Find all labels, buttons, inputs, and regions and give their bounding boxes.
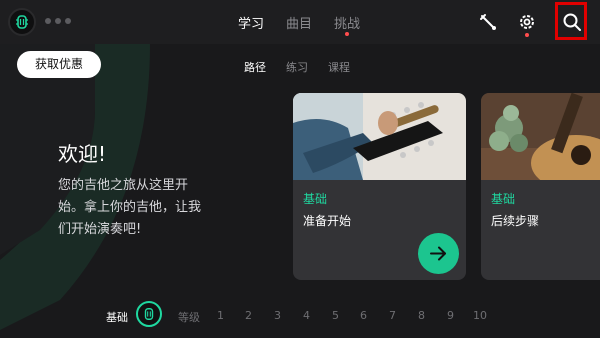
notification-dot [525,33,529,37]
level-7[interactable]: 7 [389,309,396,322]
search-button[interactable] [555,2,587,40]
guitar-tuner-icon [480,14,496,30]
level-1[interactable]: 1 [217,309,224,322]
tab-songs-label: 曲目 [286,17,313,32]
current-level-name: 基础 [106,311,128,324]
level-badge[interactable] [136,301,162,327]
tab-learn[interactable]: 学习 [238,13,264,32]
welcome-description: 您的吉他之旅从这里开 始。拿上你的吉他，让我 们开始演奏吧! [58,175,228,241]
notification-dot [345,32,350,36]
level-5[interactable]: 5 [332,309,339,322]
welcome-line-3: 们开始演奏吧! [58,222,142,237]
top-bar: 学习 曲目 挑战 [0,0,600,44]
card-title: 准备开始 [303,214,352,228]
card-title: 后续步骤 [491,214,540,228]
sub-tabs: 路径 练习 课程 [244,59,350,75]
subtab-courses[interactable]: 课程 [328,59,350,75]
tab-learn-label: 学习 [238,17,265,32]
app-logo[interactable] [8,8,36,36]
level-label: 等级 [178,311,200,324]
card-level-label: 基础 [491,192,516,206]
arrow-right-icon [430,246,446,261]
settings-button[interactable] [515,10,539,37]
get-offer-button[interactable]: 获取优惠 [17,51,101,78]
start-lesson-button[interactable] [418,233,459,274]
tab-songs[interactable]: 曲目 [286,13,312,32]
guitar-pick-icon [16,15,28,29]
guitar-headstock-image [293,93,466,180]
level-6[interactable]: 6 [360,309,367,322]
welcome-title: 欢迎! [58,142,107,166]
card-level-label: 基础 [303,192,328,206]
level-10[interactable]: 10 [473,309,487,322]
main-tabs: 学习 曲目 挑战 [238,13,361,36]
level-bar: 基础 等级 1 2 3 4 5 6 7 8 9 10 [0,300,600,330]
subtab-practice[interactable]: 练习 [286,59,308,75]
more-dots-icon[interactable] [45,18,71,24]
level-4[interactable]: 4 [303,309,310,322]
guitar-pick-icon [144,308,154,320]
lesson-card-getting-started[interactable]: 基础 准备开始 [293,93,466,280]
welcome-line-1: 您的吉他之旅从这里开 [58,178,189,193]
tab-challenge[interactable]: 挑战 [334,13,361,36]
lesson-card-next-steps[interactable]: 基础 后续步骤 [481,93,600,280]
tab-challenge-label: 挑战 [334,17,361,32]
tuner-button[interactable] [476,10,500,34]
gear-icon [520,15,534,29]
search-icon [563,13,581,31]
level-3[interactable]: 3 [274,309,281,322]
subtab-path[interactable]: 路径 [244,59,266,75]
level-8[interactable]: 8 [418,309,425,322]
level-2[interactable]: 2 [245,309,252,322]
welcome-line-2: 始。拿上你的吉他，让我 [58,200,202,215]
level-9[interactable]: 9 [447,309,454,322]
acoustic-guitar-image [481,93,600,180]
